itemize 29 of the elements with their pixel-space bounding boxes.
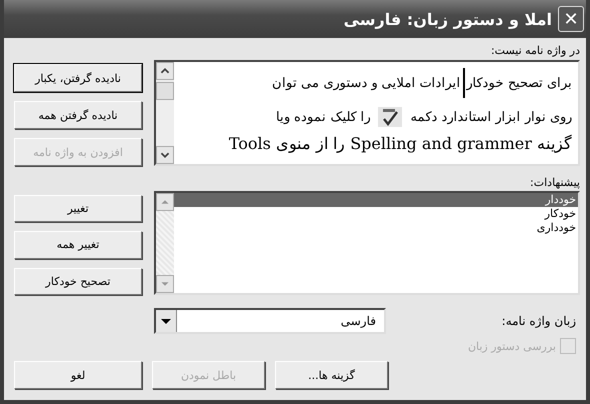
scroll-down-icon[interactable] bbox=[156, 146, 174, 164]
scroll-up-icon[interactable] bbox=[156, 62, 174, 80]
scroll-thumb[interactable] bbox=[156, 82, 174, 100]
spelling-check-icon bbox=[378, 107, 402, 127]
sentence-text: گزینه Spelling and grammer را از منوی Tools bbox=[228, 134, 572, 153]
list-item[interactable]: خوددار bbox=[174, 193, 578, 207]
language-dropdown[interactable]: فارسی bbox=[154, 308, 386, 334]
list-item[interactable]: خودکار bbox=[174, 207, 578, 221]
checkbox-label: بررسی دستور زبان bbox=[468, 340, 556, 352]
sentence-text: برای تصحیح خودکار bbox=[466, 75, 572, 91]
sentence-text: روی نوار ابزار استاندارد دکمه bbox=[410, 109, 572, 125]
dialog-button[interactable]: نادیده گرفتن همه bbox=[14, 101, 142, 129]
dialog-button[interactable]: تغییر bbox=[14, 195, 142, 222]
sentence-text: ایرادات املایی و دستوری می توان bbox=[272, 75, 461, 91]
dialog-button[interactable]: لغو bbox=[14, 361, 142, 389]
suggestion-list[interactable]: خوددار خودکار خودداری bbox=[154, 191, 580, 295]
close-button[interactable]: ✕ bbox=[558, 6, 584, 32]
sentence-text: را کلیک نموده ویا bbox=[276, 109, 370, 125]
field-label: در واژه نامه نیست: bbox=[490, 44, 580, 57]
field-label: زبان واژه نامه: bbox=[502, 314, 577, 328]
window-title: املا و دستور زبان: فارسی bbox=[344, 10, 552, 28]
dialog-button[interactable]: گزینه ها... bbox=[275, 361, 388, 389]
dialog-button[interactable]: تغییر همه bbox=[14, 231, 142, 259]
list-label: پیشنهادات: bbox=[530, 176, 580, 189]
dialog-button[interactable]: نادیده گرفتن، یکبار bbox=[14, 64, 142, 92]
scroll-bar[interactable] bbox=[156, 62, 174, 164]
dialog-button[interactable]: تصحیح خودکار bbox=[14, 268, 142, 295]
sentence-box[interactable]: برای تصحیح خودکار ایرادات املایی و دستوری می توان روی نوار ابزار استاندارد دکمه را کلیک نموده ویا گزینه Spelling and grammer را از منوی Tools bbox=[154, 60, 580, 166]
list-item[interactable]: خودداری bbox=[174, 221, 578, 235]
